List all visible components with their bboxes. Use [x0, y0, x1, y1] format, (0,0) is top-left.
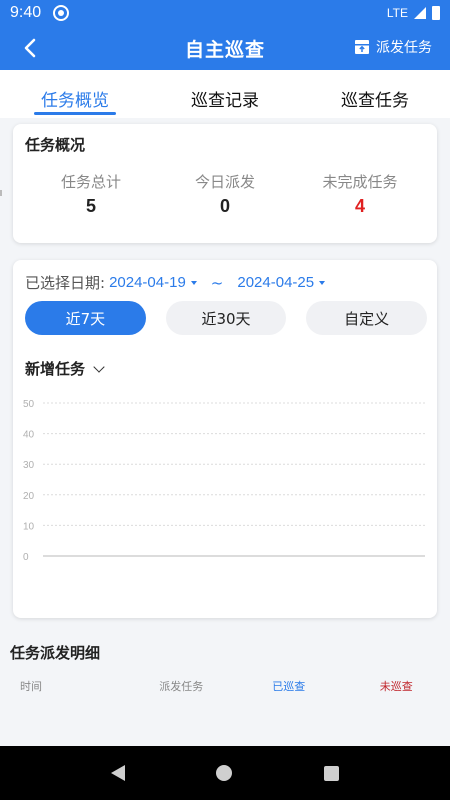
y-tick-label: 40	[23, 430, 35, 441]
edge-handle	[0, 190, 2, 196]
status-bar: 9:40 LTE	[0, 0, 450, 26]
dispatch-task-label: 派发任务	[376, 40, 432, 56]
page-title: 自主巡查	[184, 38, 265, 61]
line-chart: 50 40 30 20 10 0	[23, 399, 425, 563]
tab-overview[interactable]: 任务概览	[0, 70, 150, 118]
status-right: LTE	[387, 6, 440, 20]
y-tick-label: 30	[23, 460, 35, 471]
start-date-picker[interactable]: 2024-04-19	[109, 274, 197, 291]
tab-tasks[interactable]: 巡查任务	[300, 70, 450, 118]
nav-back-icon[interactable]	[110, 765, 125, 781]
stat-today-value: 0	[219, 196, 230, 216]
detail-title: 任务派发明细	[10, 644, 101, 662]
back-arrow-icon	[24, 38, 36, 58]
date-separator: ~	[210, 273, 224, 292]
caret-down-icon	[190, 280, 197, 285]
range-custom-button[interactable]: 自定义	[306, 301, 428, 335]
stat-unfinished: 未完成任务 4	[290, 171, 430, 217]
stat-today: 今日派发 0	[155, 171, 295, 217]
overview-card: 任务概况 任务总计 5 今日派发 0 未完成任务 4	[13, 124, 437, 243]
stat-total-value: 5	[85, 196, 96, 216]
end-date-picker[interactable]: 2024-04-25	[237, 274, 326, 291]
date-filter-label: 已选择日期:	[25, 274, 106, 292]
col-dispatched: 派发任务	[159, 680, 204, 693]
caret-down-icon	[319, 280, 326, 285]
end-date-value: 2024-04-25	[237, 274, 315, 291]
stat-unfinished-label: 未完成任务	[322, 173, 398, 191]
col-time: 时间	[20, 680, 42, 693]
tab-bar: 任务概览 巡查记录 巡查任务	[0, 70, 450, 118]
status-time: 9:40	[10, 4, 42, 21]
app-bar: 自主巡查 派发任务	[0, 26, 450, 70]
nav-home-icon[interactable]	[216, 765, 233, 781]
network-label: LTE	[386, 6, 408, 20]
col-not-inspected: 未巡查	[379, 680, 413, 693]
system-nav-bar	[0, 746, 450, 800]
signal-icon	[414, 7, 426, 19]
tab-records[interactable]: 巡查记录	[150, 70, 300, 118]
y-tick-label: 20	[23, 491, 35, 502]
dispatch-task-button[interactable]: 派发任务	[354, 37, 432, 57]
dispatch-box-icon	[355, 40, 369, 54]
stat-unfinished-value: 4	[354, 196, 365, 216]
detail-table-header: 时间 派发任务 已巡查 未巡查	[0, 678, 450, 694]
sync-icon	[53, 5, 70, 21]
y-tick-label: 10	[23, 521, 35, 532]
y-tick-label: 50	[23, 399, 35, 410]
back-button[interactable]	[18, 34, 44, 62]
overview-title: 任务概况	[25, 136, 86, 154]
range-30-days-button[interactable]: 近30天	[165, 301, 287, 335]
col-inspected: 已巡查	[272, 680, 306, 693]
nav-recent-icon[interactable]	[324, 765, 340, 781]
chart-metric-dropdown[interactable]: 新增任务	[25, 358, 105, 379]
chart-card: 已选择日期: 2024-04-19 ~ 2024-04-25 近7天 近30天 …	[13, 260, 437, 618]
range-7-days-button[interactable]: 近7天	[25, 301, 146, 335]
chevron-down-icon	[93, 360, 105, 373]
range-buttons: 近7天 近30天 自定义	[25, 301, 428, 335]
stat-today-label: 今日派发	[194, 173, 255, 191]
battery-icon	[432, 6, 440, 20]
chart-title: 新增任务	[25, 360, 86, 378]
y-tick-label: 0	[23, 552, 29, 563]
start-date-value: 2024-04-19	[109, 274, 186, 291]
stat-total: 任务总计 5	[21, 171, 161, 217]
date-filter-row: 已选择日期: 2024-04-19 ~ 2024-04-25	[25, 272, 326, 293]
stat-total-label: 任务总计	[60, 173, 121, 191]
